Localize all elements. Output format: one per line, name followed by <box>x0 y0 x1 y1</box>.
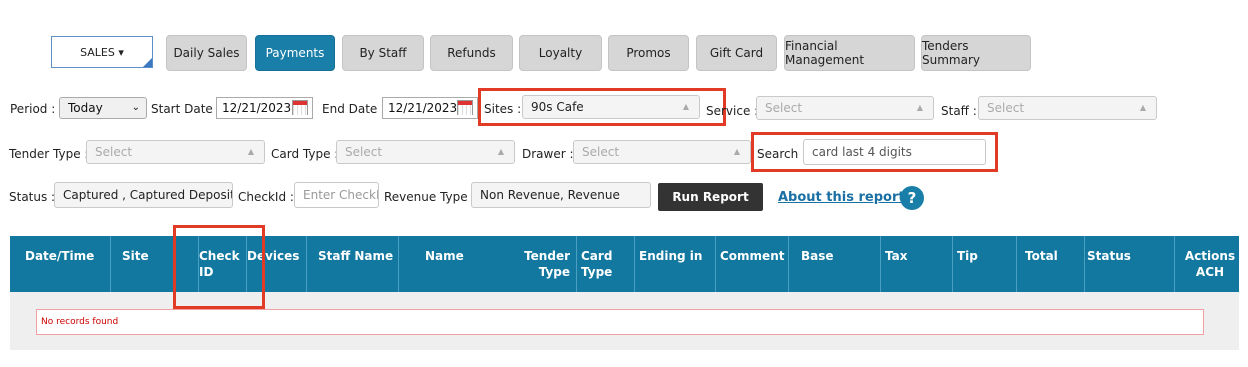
staff-select[interactable]: Select ▲ <box>978 96 1157 120</box>
tab-label: Payments <box>265 46 325 60</box>
checkid-input[interactable]: Enter CheckI <box>294 182 379 208</box>
calendar-icon[interactable] <box>292 100 308 115</box>
col-header-card-type[interactable]: Card Type <box>576 236 634 292</box>
tab-financial-management[interactable]: Financial Management <box>784 35 915 71</box>
card-type-value: Select <box>345 145 383 159</box>
tab-label: Daily Sales <box>173 46 240 60</box>
sites-label: Sites : <box>484 102 522 116</box>
col-header-comment[interactable]: Comment <box>715 236 788 292</box>
period-label: Period : <box>10 102 56 116</box>
col-header-ending-in[interactable]: Ending in <box>634 236 715 292</box>
corner-indicator-icon <box>143 58 152 67</box>
chevron-down-icon: ⌄ <box>131 102 140 113</box>
sales-menu-label: SALES ▾ <box>80 45 124 59</box>
status-select[interactable]: Captured , Captured Deposit , C <box>54 182 233 208</box>
checkid-label: CheckId : <box>238 190 294 204</box>
sales-menu-button[interactable]: SALES ▾ <box>51 36 153 68</box>
revenue-type-select[interactable]: Non Revenue, Revenue <box>471 182 651 208</box>
col-header-status[interactable]: Status <box>1084 236 1174 292</box>
status-label: Status : <box>9 190 56 204</box>
tab-label: By Staff <box>359 46 407 60</box>
col-header-tax[interactable]: Tax <box>880 236 952 292</box>
start-date-value: 12/21/2023 <box>222 101 292 115</box>
drawer-value: Select <box>582 145 620 159</box>
checkid-placeholder: Enter CheckI <box>303 188 379 202</box>
run-report-button[interactable]: Run Report <box>658 183 763 211</box>
caret-up-icon: ▲ <box>247 147 254 156</box>
tab-label: Financial Management <box>785 39 865 67</box>
tab-by-staff[interactable]: By Staff <box>342 35 424 71</box>
tender-type-select[interactable]: Select ▲ <box>86 140 265 164</box>
tab-label: Refunds <box>447 46 496 60</box>
caret-up-icon: ▲ <box>682 102 689 111</box>
help-icon[interactable]: ? <box>900 186 924 210</box>
service-select[interactable]: Select ▲ <box>756 96 934 120</box>
col-header-base[interactable]: Base <box>788 236 880 292</box>
revenue-type-value: Non Revenue, Revenue <box>480 188 620 202</box>
col-header-name[interactable]: Name <box>398 236 510 292</box>
search-placeholder: card last 4 digits <box>812 145 912 159</box>
no-records-message: No records found <box>36 309 1204 335</box>
end-date-label: End Date : <box>322 102 386 116</box>
caret-up-icon: ▲ <box>916 103 923 112</box>
service-label: Service : <box>706 104 759 118</box>
period-value: Today <box>68 101 103 115</box>
tab-tenders-summary[interactable]: Tenders Summary <box>921 35 1031 71</box>
card-type-label: Card Type : <box>271 147 339 161</box>
period-select[interactable]: Today ⌄ <box>59 97 147 119</box>
tab-label: Tenders Summary <box>922 39 980 67</box>
run-report-label: Run Report <box>672 190 749 204</box>
staff-value: Select <box>987 101 1025 115</box>
revenue-type-label: Revenue Type : <box>384 190 476 204</box>
col-header-tip[interactable]: Tip <box>952 236 1016 292</box>
tab-promos[interactable]: Promos <box>608 35 689 71</box>
tab-label: Loyalty <box>538 46 583 60</box>
sites-value: 90s Cafe <box>531 100 584 114</box>
tender-type-label: Tender Type : <box>9 147 89 161</box>
tab-loyalty[interactable]: Loyalty <box>519 35 602 71</box>
check-id-highlight-box <box>173 225 265 309</box>
tab-payments[interactable]: Payments <box>255 35 335 71</box>
start-date-label: Start Date : <box>151 102 221 116</box>
tab-label: Gift Card <box>709 46 764 60</box>
sites-select[interactable]: 90s Cafe ▲ <box>522 95 700 119</box>
col-header-tender-type[interactable]: Tender Type <box>510 236 576 292</box>
caret-up-icon: ▲ <box>733 147 740 156</box>
col-header-datetime[interactable]: Date/Time <box>25 236 110 292</box>
col-header-total[interactable]: Total <box>1016 236 1084 292</box>
help-glyph: ? <box>907 189 917 207</box>
drawer-select[interactable]: Select ▲ <box>573 140 751 164</box>
caret-up-icon: ▲ <box>1139 103 1146 112</box>
card-type-select[interactable]: Select ▲ <box>336 140 515 164</box>
status-value: Captured , Captured Deposit , C <box>63 188 233 202</box>
tab-label: Promos <box>626 46 671 60</box>
service-value: Select <box>765 101 803 115</box>
tab-refunds[interactable]: Refunds <box>430 35 513 71</box>
end-date-value: 12/21/2023 <box>388 101 458 115</box>
tab-daily-sales[interactable]: Daily Sales <box>166 35 247 71</box>
about-report-link[interactable]: About this report <box>778 190 905 205</box>
drawer-label: Drawer : <box>522 147 574 161</box>
tender-type-value: Select <box>95 145 133 159</box>
calendar-icon[interactable] <box>457 100 473 115</box>
search-input[interactable]: card last 4 digits <box>803 139 986 165</box>
caret-up-icon: ▲ <box>497 147 504 156</box>
search-label: Search : <box>757 147 807 161</box>
col-header-actions-ach[interactable]: Actions ACH <box>1174 236 1239 292</box>
tab-gift-card[interactable]: Gift Card <box>696 35 777 71</box>
col-header-staff-name[interactable]: Staff Name <box>306 236 398 292</box>
staff-label: Staff : <box>941 104 977 118</box>
